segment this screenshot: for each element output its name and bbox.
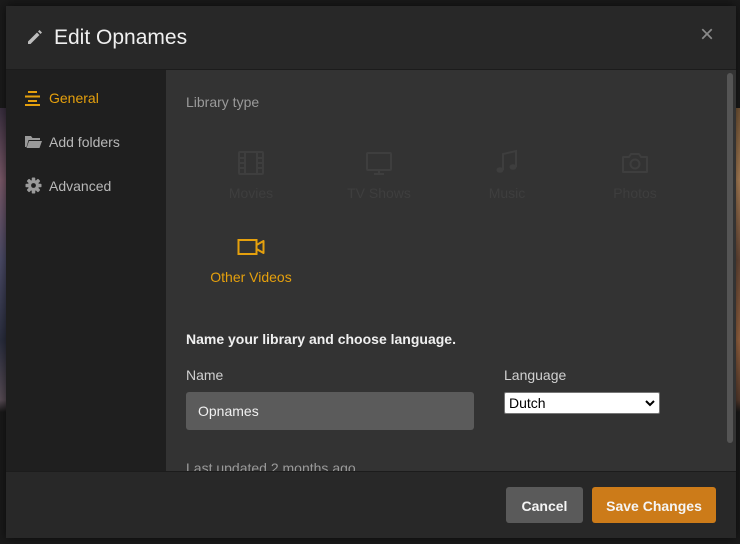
library-type-label-text: Photos <box>613 185 657 201</box>
modal-footer: Cancel Save Changes <box>6 471 736 538</box>
save-changes-button[interactable]: Save Changes <box>592 487 716 523</box>
camera-icon <box>622 153 648 173</box>
library-type-photos[interactable]: Photos <box>570 149 700 221</box>
gear-icon <box>25 177 42 194</box>
content-panel: Library type Movies TV Shows Music Photo… <box>166 70 736 471</box>
library-type-other-videos[interactable]: Other Videos <box>186 233 316 305</box>
library-type-label-text: TV Shows <box>347 185 411 201</box>
close-icon[interactable]: × <box>698 23 716 47</box>
sidebar-item-label: Advanced <box>49 178 112 194</box>
edit-library-modal: Edit Opnames × General Add folders Advan… <box>6 6 736 538</box>
name-label: Name <box>186 367 224 383</box>
library-type-movies[interactable]: Movies <box>186 149 316 221</box>
film-icon <box>238 151 264 175</box>
library-name-input[interactable] <box>186 392 474 430</box>
sidebar-item-add-folders[interactable]: Add folders <box>6 127 166 157</box>
cancel-button[interactable]: Cancel <box>506 487 583 523</box>
library-type-label: Library type <box>186 94 260 110</box>
library-type-label-text: Other Videos <box>210 269 292 285</box>
library-type-label-text: Movies <box>228 185 274 201</box>
chevron-down-icon <box>645 400 655 407</box>
library-type-music[interactable]: Music <box>442 149 572 221</box>
scrollbar[interactable] <box>727 73 733 443</box>
language-select[interactable]: Dutch <box>504 392 660 414</box>
language-label: Language <box>504 367 567 383</box>
sidebar-item-label: Add folders <box>49 134 120 150</box>
sidebar-item-advanced[interactable]: Advanced <box>6 171 166 201</box>
music-icon <box>496 149 517 173</box>
sidebar-item-general[interactable]: General <box>6 83 166 113</box>
sidebar: General Add folders Advanced <box>6 70 166 471</box>
sidebar-item-label: General <box>49 90 99 106</box>
language-selected-value: Dutch <box>509 395 546 411</box>
last-updated-text: Last updated 2 months ago <box>186 460 356 471</box>
pencil-icon <box>28 30 42 44</box>
tv-icon <box>366 152 392 175</box>
general-lines-icon <box>25 91 40 106</box>
modal-header: Edit Opnames × <box>6 6 736 70</box>
folder-icon <box>25 136 42 148</box>
library-type-label-text: Music <box>488 185 526 201</box>
modal-title: Edit Opnames <box>54 26 188 49</box>
library-type-tv-shows[interactable]: TV Shows <box>314 149 444 221</box>
video-camera-icon <box>237 239 265 255</box>
name-language-heading: Name your library and choose language. <box>186 331 456 347</box>
